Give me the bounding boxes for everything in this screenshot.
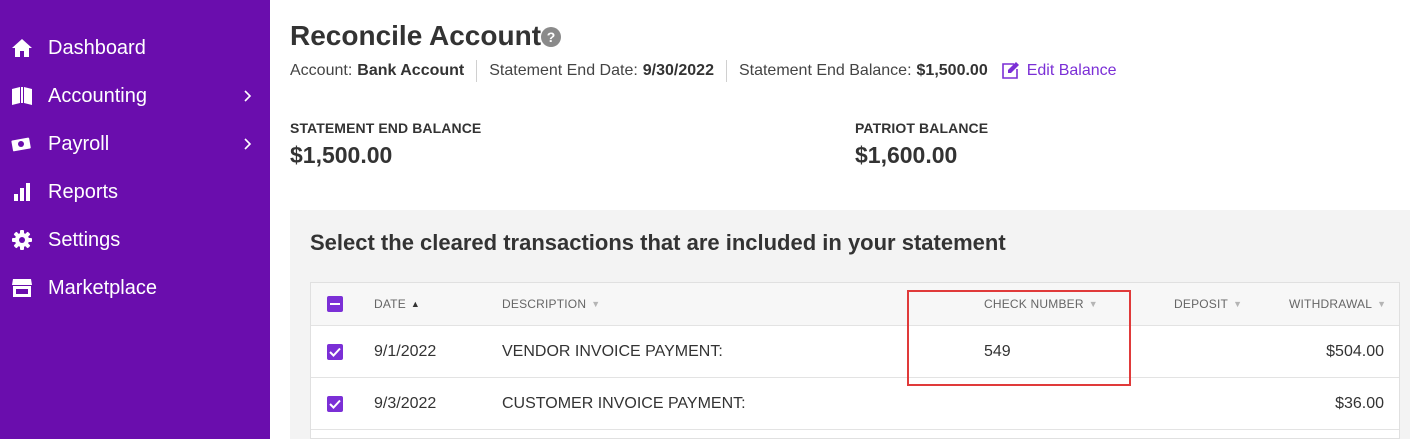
column-date[interactable]: DATE ▲ xyxy=(374,297,420,311)
column-label: DESCRIPTION xyxy=(502,297,587,311)
account-info: Account: Bank Account xyxy=(290,62,464,80)
account-value: Bank Account xyxy=(357,62,465,79)
sort-up-icon: ▲ xyxy=(410,299,421,309)
chevron-right-icon xyxy=(240,136,256,152)
sort-down-icon: ▼ xyxy=(591,299,601,309)
bar-chart-icon xyxy=(10,180,34,204)
table-row[interactable]: 9/3/2022 CUSTOMER INVOICE PAYMENT: $36.0… xyxy=(311,378,1399,430)
cell-date: 9/3/2022 xyxy=(374,395,437,412)
table-header: DATE ▲ DESCRIPTION ▼ CHECK NUMBER ▼ DEPO… xyxy=(311,283,1399,326)
end-date-value: 9/30/2022 xyxy=(642,62,714,79)
help-icon[interactable]: ? xyxy=(541,27,561,47)
column-withdrawal[interactable]: WITHDRAWAL ▼ xyxy=(1289,297,1386,311)
statement-balance-value: $1,500.00 xyxy=(290,142,393,168)
column-label: DATE xyxy=(374,297,406,311)
table-row[interactable]: 9/1/2022 VENDOR INVOICE PAYMENT: 549 $50… xyxy=(311,326,1399,378)
page-title: Reconcile Account xyxy=(290,20,542,51)
sidebar-item-settings[interactable]: Settings xyxy=(0,220,270,260)
sidebar-item-label: Payroll xyxy=(48,132,110,155)
column-description[interactable]: DESCRIPTION ▼ xyxy=(502,297,600,311)
transactions-title: Select the cleared transactions that are… xyxy=(310,230,1006,255)
sidebar-item-payroll[interactable]: Payroll xyxy=(0,124,270,164)
patriot-balance-label: PATRIOT BALANCE xyxy=(855,120,989,136)
sidebar-item-label: Accounting xyxy=(48,84,147,107)
account-label: Account: xyxy=(290,62,353,79)
sidebar-item-label: Settings xyxy=(48,228,121,251)
cell-description: CUSTOMER INVOICE PAYMENT: xyxy=(502,395,746,412)
edit-icon xyxy=(1001,62,1019,79)
money-icon xyxy=(10,132,34,156)
end-balance-value: $1,500.00 xyxy=(916,62,988,79)
sidebar-item-label: Marketplace xyxy=(48,276,157,299)
cell-withdrawal: $36.00 xyxy=(1335,395,1384,412)
statement-end-date: Statement End Date: 9/30/2022 xyxy=(489,62,714,80)
end-date-label: Statement End Date: xyxy=(489,62,638,79)
sidebar: Dashboard Accounting Payroll Reports Set… xyxy=(0,0,270,439)
patriot-balance-value: $1,600.00 xyxy=(855,142,958,168)
column-label: WITHDRAWAL xyxy=(1289,297,1373,311)
sidebar-item-label: Reports xyxy=(48,180,119,203)
store-icon xyxy=(10,276,34,300)
cell-description: VENDOR INVOICE PAYMENT: xyxy=(502,343,723,360)
sidebar-item-reports[interactable]: Reports xyxy=(0,172,270,212)
cell-withdrawal: $504.00 xyxy=(1326,343,1384,360)
highlight-box xyxy=(907,290,1131,386)
transactions-table: DATE ▲ DESCRIPTION ▼ CHECK NUMBER ▼ DEPO… xyxy=(310,282,1400,439)
divider xyxy=(476,60,478,82)
sidebar-item-label: Dashboard xyxy=(48,36,146,59)
edit-balance-label: Edit Balance xyxy=(1026,62,1117,79)
sidebar-item-accounting[interactable]: Accounting xyxy=(0,76,270,116)
check-icon xyxy=(329,399,341,409)
minus-icon xyxy=(330,303,340,305)
column-label: DEPOSIT xyxy=(1174,297,1229,311)
divider xyxy=(725,60,727,82)
account-meta: Account: Bank Account Statement End Date… xyxy=(290,60,1117,82)
edit-balance-link[interactable]: Edit Balance xyxy=(1000,61,1117,81)
sort-down-icon: ▼ xyxy=(1233,299,1243,309)
column-deposit[interactable]: DEPOSIT ▼ xyxy=(1174,297,1242,311)
gear-icon xyxy=(10,228,34,252)
select-all-checkbox[interactable] xyxy=(327,296,343,312)
check-icon xyxy=(329,347,341,357)
home-icon xyxy=(10,36,34,60)
chevron-right-icon xyxy=(240,88,256,104)
row-checkbox[interactable] xyxy=(327,344,343,360)
sidebar-item-dashboard[interactable]: Dashboard xyxy=(0,28,270,68)
cell-date: 9/1/2022 xyxy=(374,343,437,360)
sidebar-item-marketplace[interactable]: Marketplace xyxy=(0,268,270,308)
row-checkbox[interactable] xyxy=(327,396,343,412)
statement-balance-label: STATEMENT END BALANCE xyxy=(290,120,482,136)
sort-down-icon: ▼ xyxy=(1377,299,1387,309)
statement-end-balance: Statement End Balance: $1,500.00 xyxy=(739,62,988,80)
end-balance-label: Statement End Balance: xyxy=(738,62,912,79)
book-icon xyxy=(10,84,34,108)
